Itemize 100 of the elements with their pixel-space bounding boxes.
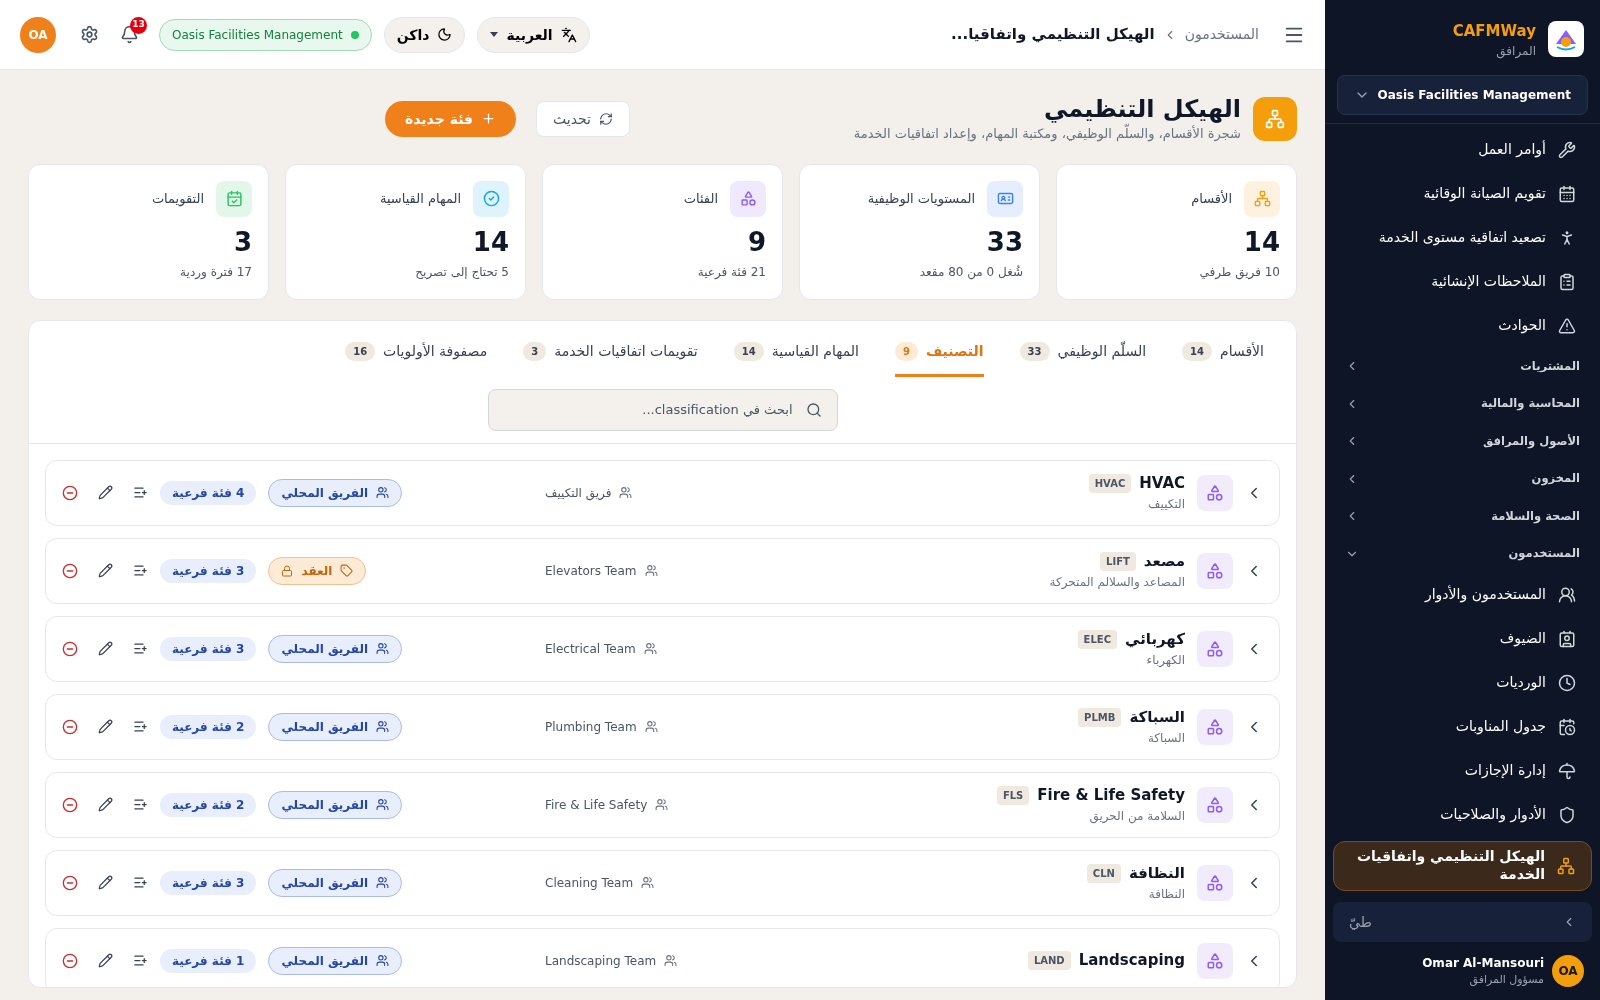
organization-select[interactable]: Oasis Facilities Management bbox=[1337, 74, 1588, 115]
delete-icon[interactable] bbox=[62, 952, 78, 969]
subcategory-count: 2 فئة فرعية bbox=[160, 714, 257, 739]
team-type-badge: الفريق المحلي bbox=[268, 946, 403, 975]
sidebar-item[interactable]: جدول المناوبات bbox=[1333, 704, 1592, 749]
sidebar-section[interactable]: المخزون bbox=[1333, 460, 1592, 498]
user-name: Omar Al-Mansouri bbox=[1422, 954, 1544, 972]
sidebar-item[interactable]: تصعيد اتفاقية مستوى الخدمة bbox=[1333, 215, 1592, 260]
sidebar-section[interactable]: المشتريات bbox=[1333, 347, 1592, 385]
category-name: Fire & Life Safety bbox=[1037, 785, 1185, 807]
edit-icon[interactable] bbox=[98, 875, 113, 890]
language-select[interactable]: العربية bbox=[477, 16, 590, 53]
add-subcategory-icon[interactable] bbox=[133, 485, 148, 500]
team-name: Fire & Life Safety bbox=[545, 796, 648, 814]
team-name: Cleaning Team bbox=[545, 874, 634, 892]
category-subtitle: السباكة bbox=[1147, 729, 1185, 747]
category-code: HVAC bbox=[1088, 474, 1132, 493]
search-icon bbox=[805, 401, 822, 418]
delete-icon[interactable] bbox=[62, 640, 78, 657]
subcategory-count: 3 فئة فرعية bbox=[160, 636, 257, 661]
category-subtitle: النظافة bbox=[1148, 885, 1185, 903]
team-name: Plumbing Team bbox=[545, 718, 637, 736]
add-subcategory-icon[interactable] bbox=[133, 797, 148, 812]
sidebar-item[interactable]: الأدوار والصلاحيات bbox=[1333, 792, 1592, 837]
edit-icon[interactable] bbox=[98, 953, 113, 968]
collapse-button[interactable]: طيّ bbox=[1333, 901, 1592, 942]
menu-item-icon bbox=[1558, 717, 1576, 736]
shapes-icon bbox=[1197, 942, 1233, 979]
team-type-badge: الفريق المحلي bbox=[268, 868, 403, 897]
delete-icon[interactable] bbox=[62, 796, 78, 813]
stat-note: شُغل 0 من 80 مقعد bbox=[918, 263, 1023, 281]
add-subcategory-icon[interactable] bbox=[133, 953, 148, 968]
shapes-icon bbox=[1197, 630, 1233, 667]
add-subcategory-icon[interactable] bbox=[133, 641, 148, 656]
edit-icon[interactable] bbox=[98, 641, 113, 656]
menu-item-icon bbox=[1558, 585, 1576, 604]
team-type-badge: الفريق المحلي bbox=[268, 712, 403, 741]
sidebar-item[interactable]: إدارة الإجازات bbox=[1333, 748, 1592, 793]
refresh-icon bbox=[598, 111, 613, 126]
settings-icon[interactable] bbox=[80, 25, 99, 44]
edit-icon[interactable] bbox=[98, 485, 113, 500]
stat-value: 3 bbox=[232, 228, 252, 255]
delete-icon[interactable] bbox=[62, 874, 78, 891]
page-subtitle: شجرة الأقسام، والسلّم الوظيفي، ومكتبة المهام، وإعداد اتفاقيات الخدمة bbox=[853, 124, 1241, 144]
sidebar-item[interactable]: الورديات bbox=[1333, 660, 1592, 705]
category-code: LIFT bbox=[1100, 552, 1136, 571]
team-type-badge: الفريق المحلي bbox=[268, 790, 403, 819]
lock-icon bbox=[281, 564, 294, 577]
search-field[interactable]: ابحث في classification... bbox=[487, 388, 838, 431]
add-subcategory-icon[interactable] bbox=[133, 563, 148, 578]
delete-icon[interactable] bbox=[62, 484, 78, 501]
tag-icon bbox=[340, 564, 354, 577]
edit-icon[interactable] bbox=[98, 563, 113, 578]
bell-icon bbox=[119, 25, 139, 44]
sidebar-item[interactable]: الضيوف bbox=[1333, 616, 1592, 661]
sidebar-section[interactable]: الصحة والسلامة bbox=[1333, 497, 1592, 535]
stat-value: 33 bbox=[985, 228, 1023, 255]
add-subcategory-icon[interactable] bbox=[133, 719, 148, 734]
category-subtitle: التكييف bbox=[1148, 495, 1185, 513]
notifications-button[interactable]: 13 bbox=[111, 16, 147, 53]
sidebar-section[interactable]: الأصول والمرافق bbox=[1333, 422, 1592, 460]
notification-count: 13 bbox=[130, 16, 147, 34]
team-icon bbox=[643, 642, 657, 655]
user-avatar: OA bbox=[1552, 954, 1584, 987]
stat-note: 10 فريق طرفي bbox=[1198, 263, 1280, 281]
menu-item-icon bbox=[1558, 140, 1576, 159]
menu-item-icon bbox=[1558, 316, 1576, 335]
delete-icon[interactable] bbox=[62, 718, 78, 735]
sidebar-item[interactable]: الحوادث bbox=[1333, 303, 1592, 348]
sidebar-item[interactable]: الملاحظات الإنشائية bbox=[1333, 259, 1592, 304]
category-code: LAND bbox=[1027, 951, 1071, 970]
category-name: السباكة bbox=[1129, 707, 1185, 729]
theme-toggle[interactable]: داكن bbox=[383, 16, 466, 53]
stat-note: 5 تحتاج إلى تصريح bbox=[414, 263, 509, 281]
stat-label: الأقسام bbox=[1191, 189, 1232, 208]
sidebar-item[interactable]: المستخدمون والأدوار bbox=[1333, 572, 1592, 617]
refresh-button[interactable]: تحديث bbox=[536, 100, 630, 137]
stat-value: 14 bbox=[471, 228, 509, 255]
category-name: HVAC bbox=[1139, 473, 1185, 495]
brand-name: CAFMWay bbox=[1452, 21, 1536, 42]
delete-icon[interactable] bbox=[62, 562, 78, 579]
add-subcategory-icon[interactable] bbox=[133, 875, 148, 890]
team-name: فريق التكييف bbox=[545, 484, 612, 502]
menu-item-icon bbox=[1558, 761, 1576, 780]
team-type-badge: العقد bbox=[268, 556, 367, 585]
edit-icon[interactable] bbox=[98, 719, 113, 734]
sidebar-section[interactable]: المحاسبة والمالية bbox=[1333, 385, 1592, 423]
breadcrumb-item[interactable]: المستخدمون bbox=[1184, 24, 1259, 45]
sidebar-section[interactable]: المستخدمون bbox=[1333, 535, 1592, 573]
edit-icon[interactable] bbox=[98, 797, 113, 812]
translate-icon bbox=[560, 26, 577, 43]
sidebar-item[interactable]: تقويم الصيانة الوقائية bbox=[1333, 171, 1592, 216]
team-icon bbox=[376, 876, 390, 889]
team-icon bbox=[376, 954, 390, 967]
shapes-icon bbox=[1197, 786, 1233, 823]
stat-note: 17 فترة وردية bbox=[179, 263, 252, 281]
stat-value: 9 bbox=[746, 228, 766, 255]
breadcrumb-item: الهيكل التنظيمي واتفاقيا... bbox=[951, 24, 1155, 46]
sidebar-item[interactable]: أوامر العمل bbox=[1333, 127, 1592, 172]
sidebar-item[interactable]: الهيكل التنظيمي واتفاقيات الخدمة bbox=[1333, 840, 1592, 891]
